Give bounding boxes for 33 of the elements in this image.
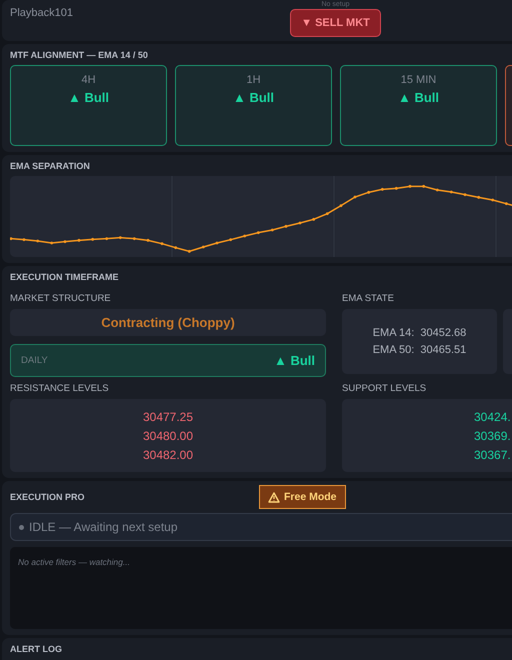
section-title: EMA SEPARATION xyxy=(10,161,91,171)
section-label: EMA STATE xyxy=(342,293,395,304)
filters-note: No active filters — watching... xyxy=(18,557,130,567)
status-text: IDLE — Awaiting next setup xyxy=(29,520,178,534)
section-title: MTF ALIGNMENT — EMA 14 / 50 xyxy=(10,50,149,60)
support-level: 30367. xyxy=(474,448,511,462)
section-label: MARKET STRUCTURE xyxy=(10,293,112,304)
sell-market-button[interactable]: ▼ SELL MKT xyxy=(290,9,381,37)
section-title: EXECUTION TIMEFRAME xyxy=(10,272,120,282)
ema-value: EMA 50: 30465.51 xyxy=(372,344,466,356)
resistance-level: 30477.25 xyxy=(142,410,194,424)
market-structure-value: Contracting (Choppy) xyxy=(10,309,326,336)
warning-icon xyxy=(268,492,280,502)
trend-label: ▲ Bull xyxy=(68,90,110,105)
section-title: ALERT LOG xyxy=(10,644,63,654)
status-dot-icon xyxy=(19,524,24,530)
section-label: RESISTANCE LEVELS xyxy=(10,383,110,394)
badge-text: Free Mode xyxy=(284,491,337,503)
resistance-level: 30480.00 xyxy=(142,428,194,442)
section-title: EXECUTION PRO xyxy=(10,492,85,502)
section-label: SUPPORT LEVELS xyxy=(342,383,428,394)
timeframe-label: 4H xyxy=(81,74,96,86)
support-level: 30369. xyxy=(474,428,511,442)
trend-label: ▲ Bull xyxy=(398,90,440,105)
resistance-level: 30482.00 xyxy=(142,448,194,462)
timeframe-label: 15 MIN xyxy=(400,74,436,86)
daily-label: DAILY xyxy=(21,355,48,366)
support-level: 30424. xyxy=(474,410,511,424)
timeframe-label: 1H xyxy=(246,74,261,86)
ema-value: EMA 14: 30452.68 xyxy=(372,327,466,339)
trend-label: ▲ Bull xyxy=(232,90,274,105)
account-name: Playback101 xyxy=(10,7,73,21)
trend-label: ▲ Bull xyxy=(274,353,315,368)
